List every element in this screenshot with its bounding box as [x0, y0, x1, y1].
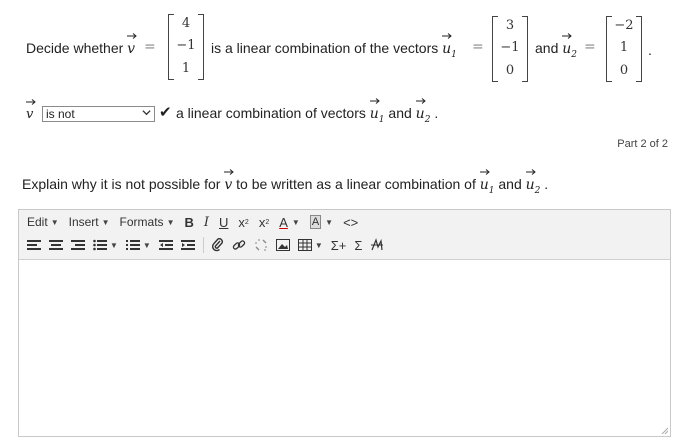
vector-arrow-icon — [415, 98, 426, 104]
table-icon[interactable]: ▼ — [297, 239, 323, 251]
vector-arrow-icon — [369, 98, 380, 104]
matrix-cell: −1 — [176, 38, 196, 53]
caret-down-icon: ▼ — [291, 217, 300, 227]
vector-arrow-icon — [26, 99, 36, 105]
matrix-cell: −1 — [500, 40, 520, 55]
caret-down-icon: ▼ — [110, 240, 118, 250]
resize-handle-icon[interactable] — [660, 426, 668, 434]
editor-content-area[interactable] — [19, 261, 670, 436]
dropdown-value: is not — [46, 107, 75, 121]
unlink-icon[interactable] — [254, 238, 268, 252]
vector-arrow-icon — [562, 33, 573, 39]
matrix-cell: 4 — [181, 16, 191, 31]
superscript-button[interactable]: x2 — [259, 215, 269, 230]
matrix-cell: 1 — [181, 61, 191, 76]
sum-plus-button[interactable]: Σ+ — [331, 238, 347, 253]
edit-menu[interactable]: Edit ▼ — [27, 215, 59, 229]
align-right-icon[interactable] — [71, 239, 85, 251]
vector-arrow-icon — [525, 169, 536, 175]
u1-matrix: 3 −1 0 — [492, 16, 528, 82]
question-and: and u2 — [535, 33, 577, 60]
menu-label: Edit — [27, 215, 48, 229]
equals-sign: = — [144, 39, 156, 55]
attachment-icon[interactable] — [211, 238, 224, 252]
background-color-button[interactable]: A ▼ — [309, 215, 334, 229]
italic-button[interactable]: I — [204, 215, 209, 230]
explain-prompt: Explain why it is not possible for v to … — [22, 169, 548, 196]
caret-down-icon: ▼ — [325, 217, 334, 227]
caret-down-icon: ▼ — [314, 240, 323, 250]
vector-arrow-icon — [127, 33, 137, 39]
subscript-button[interactable]: x2 — [238, 215, 248, 230]
matrix-cell: 3 — [505, 18, 515, 33]
caret-down-icon: ▼ — [166, 217, 175, 227]
is-not-dropdown[interactable]: is not — [42, 106, 155, 122]
caret-down-icon: ▼ — [142, 240, 151, 250]
outdent-icon[interactable] — [158, 239, 173, 251]
answer-suffix: a linear combination of vectors u1 and u… — [176, 98, 438, 125]
part-label: Part 2 of 2 — [617, 138, 668, 150]
special-character-icon[interactable] — [370, 238, 384, 252]
caret-down-icon: ▼ — [101, 217, 110, 227]
caret-down-icon: ▼ — [50, 217, 59, 227]
link-icon[interactable] — [232, 238, 246, 252]
toolbar-row-2: ▼ ▼ ▼ Σ+ Σ — [27, 235, 384, 255]
equals-sign: = — [472, 39, 484, 55]
align-left-icon[interactable] — [27, 239, 41, 251]
check-icon: ✔ — [159, 104, 172, 121]
rich-text-editor: Edit ▼ Insert ▼ Formats ▼ B I U x2 x2 A ▼ A ▼… — [18, 209, 671, 437]
toolbar-row-1: Edit ▼ Insert ▼ Formats ▼ B I U x2 x2 A ▼ A ▼… — [27, 212, 358, 232]
u1-symbol: u1 — [442, 33, 457, 60]
numbered-list-icon[interactable]: ▼ — [125, 239, 151, 251]
underline-button[interactable]: U — [219, 215, 228, 230]
matrix-cell: 1 — [619, 40, 629, 55]
source-code-button[interactable]: <> — [343, 215, 358, 230]
matrix-cell: −2 — [614, 18, 634, 33]
vector-arrow-icon — [479, 169, 490, 175]
matrix-cell: 0 — [505, 63, 515, 78]
image-icon[interactable] — [275, 239, 290, 251]
u2-matrix: −2 1 0 — [606, 16, 642, 82]
insert-menu[interactable]: Insert ▼ — [69, 215, 110, 229]
formats-menu[interactable]: Formats ▼ — [120, 215, 175, 229]
question-middle: is a linear combination of the vectors u… — [211, 33, 457, 60]
v-vector-symbol: v — [127, 33, 137, 57]
editor-toolbar: Edit ▼ Insert ▼ Formats ▼ B I U x2 x2 A ▼ A ▼… — [19, 210, 670, 260]
question-period: . — [648, 42, 652, 58]
bold-button[interactable]: B — [184, 215, 193, 230]
question-prefix: Decide whether v — [26, 33, 137, 57]
menu-label: Formats — [119, 215, 164, 229]
indent-icon[interactable] — [180, 239, 195, 251]
menu-label: Insert — [68, 215, 99, 229]
chevron-down-icon — [142, 108, 151, 122]
bullet-list-icon[interactable]: ▼ — [93, 239, 118, 251]
answer-v-symbol: v — [26, 99, 36, 122]
vector-arrow-icon — [442, 33, 452, 39]
matrix-cell: 0 — [619, 63, 629, 78]
vector-arrow-icon — [224, 169, 235, 175]
sum-button[interactable]: Σ — [354, 238, 362, 253]
u2-symbol: u2 — [562, 33, 577, 60]
align-center-icon[interactable] — [49, 239, 63, 251]
v-matrix: 4 −1 1 — [168, 14, 204, 80]
font-color-button[interactable]: A ▼ — [279, 215, 300, 230]
equals-sign: = — [584, 39, 596, 55]
